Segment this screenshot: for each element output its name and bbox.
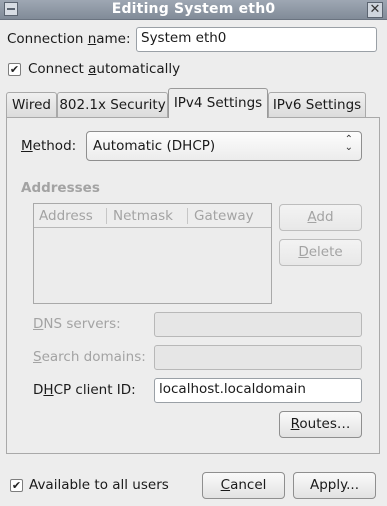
dhcp-client-id-input[interactable]: localhost.localdomain (154, 378, 362, 403)
connection-name-input[interactable]: System eth0 (136, 27, 377, 52)
window-title: Editing System eth0 (111, 1, 276, 17)
tab-ipv4-settings[interactable]: IPv4 Settings (168, 88, 268, 118)
addresses-heading: Addresses (21, 180, 100, 196)
tab-ipv6-settings[interactable]: IPv6 Settings (268, 92, 366, 117)
tab-8021x-security[interactable]: 802.1x Security (57, 92, 168, 117)
tab-wired[interactable]: Wired (6, 92, 57, 117)
column-gateway: Gateway (194, 208, 254, 224)
chevron-up-down-icon: ⌃ ⌄ (344, 134, 353, 153)
routes-button[interactable]: Routes… (279, 411, 362, 438)
method-label: Method: (21, 138, 77, 154)
search-domains-label: Search domains: (33, 349, 146, 365)
column-netmask: Netmask (113, 208, 173, 224)
search-domains-input[interactable] (154, 345, 362, 370)
available-to-all-users-checkbox[interactable]: ✔ (10, 479, 23, 492)
apply-button[interactable]: Apply... (293, 472, 376, 499)
title-bar: Editing System eth0 ✕ (0, 0, 387, 20)
delete-address-button[interactable]: Delete (279, 239, 362, 266)
method-select[interactable]: Automatic (DHCP) ⌃ ⌄ (86, 131, 362, 161)
dns-servers-input[interactable] (154, 312, 362, 337)
dns-servers-label: DNS servers: (33, 316, 121, 332)
connect-automatically-label[interactable]: Connect automatically (28, 61, 180, 77)
close-icon[interactable]: ✕ (367, 2, 383, 18)
connection-name-label: Connection name: (7, 31, 131, 47)
cancel-button[interactable]: Cancel (202, 472, 285, 499)
connect-automatically-checkbox[interactable]: ✔ (8, 63, 21, 76)
add-address-button[interactable]: Add (279, 204, 362, 231)
addresses-table: Address Netmask Gateway (33, 203, 272, 304)
method-select-value: Automatic (DHCP) (93, 138, 216, 154)
available-to-all-users-label[interactable]: Available to all users (29, 477, 169, 493)
column-divider (187, 208, 188, 224)
dhcp-client-id-label: DHCP client ID: (33, 382, 136, 398)
addresses-table-header: Address Netmask Gateway (34, 204, 271, 228)
column-address: Address (39, 208, 93, 224)
column-divider (106, 208, 107, 224)
